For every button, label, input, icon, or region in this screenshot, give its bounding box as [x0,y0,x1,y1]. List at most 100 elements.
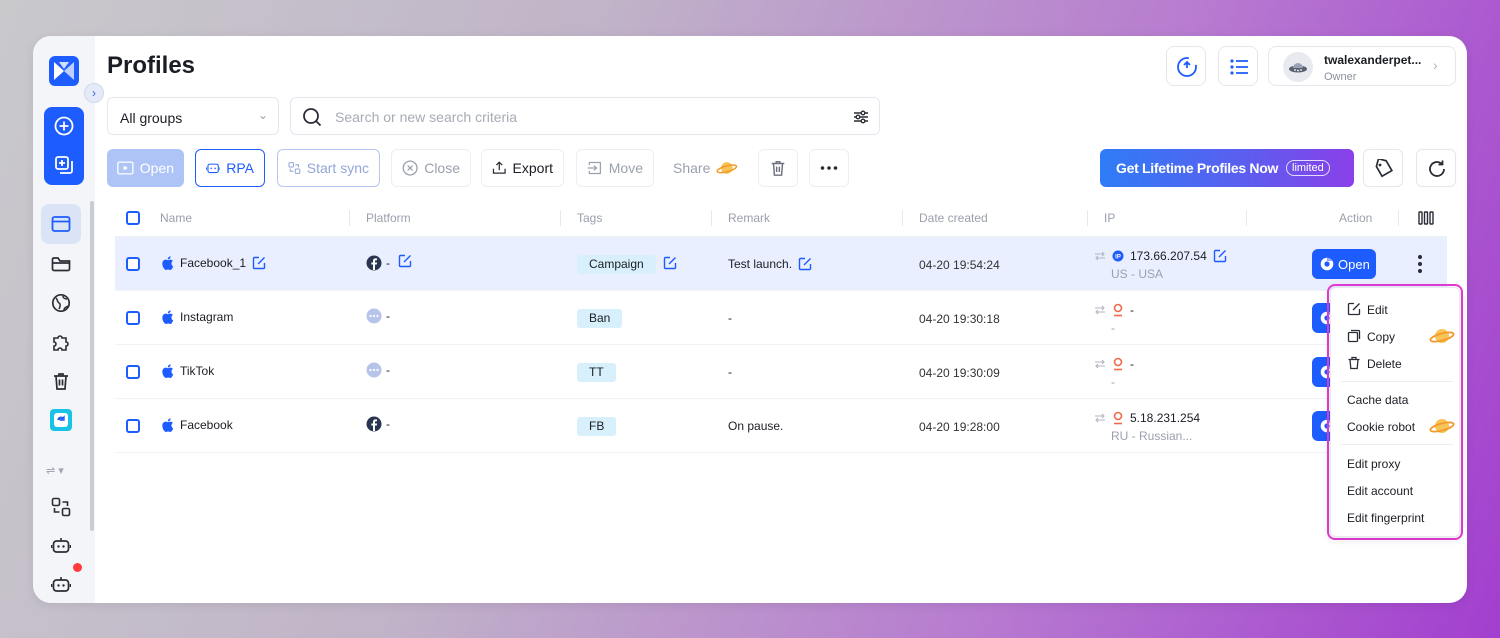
tag-chip: FB [577,417,617,436]
more-vertical-icon[interactable] [1417,254,1423,274]
delete-button[interactable] [758,149,798,187]
avatar [1283,52,1313,82]
refresh-button[interactable] [1416,149,1456,187]
table-row[interactable]: Facebook_1 - Campaign Test launch. 04-20 19:… [115,237,1447,291]
platform-value: - [386,363,390,377]
select-all-checkbox[interactable] [126,211,140,225]
edit-tags-icon[interactable] [663,256,677,270]
column-tags[interactable]: Tags [577,211,602,225]
column-name[interactable]: Name [160,211,192,225]
rpa-button[interactable]: RPA [195,149,265,187]
start-sync-button[interactable]: Start sync [277,149,380,187]
edit-platform-icon[interactable] [398,254,412,268]
ip-address: 5.18.231.254 [1130,411,1201,425]
menu-delete[interactable]: Delete [1331,350,1461,376]
profile-name-cell[interactable]: TikTok [161,364,214,378]
column-platform[interactable]: Platform [366,211,411,225]
sync-windows-icon [51,497,71,517]
tag-chip: TT [577,363,616,382]
row-checkbox[interactable] [126,365,140,379]
profile-name-cell[interactable]: Facebook [161,418,233,432]
menu-edit-fingerprint[interactable]: Edit fingerprint [1331,504,1461,530]
sync-app-icon [50,409,72,431]
row-open-button[interactable]: Open [1312,249,1376,279]
batch-create-button[interactable] [44,146,84,185]
premium-planet-icon [1429,419,1455,433]
table-body: Facebook_1 - Campaign Test launch. 04-20 19:… [115,237,1447,453]
open-button[interactable]: Open [107,149,184,187]
swap-icon [1095,359,1105,369]
ip-address: - [1130,357,1134,371]
rail-proxies[interactable] [41,283,81,323]
profile-name-cell[interactable]: Instagram [161,310,233,324]
copy-icon [1347,329,1361,343]
group-select[interactable]: All groups ⌄ [107,97,279,135]
swap-icon [1095,251,1105,261]
menu-copy[interactable]: Copy [1331,323,1461,349]
menu-cache-data[interactable]: Cache data [1331,386,1461,412]
remark-text: - [728,311,732,325]
menu-edit[interactable]: Edit [1331,296,1461,322]
tags-button[interactable] [1363,149,1403,187]
platform-cell: - [366,362,390,378]
edit-proxy-icon[interactable] [1213,249,1227,263]
trash-icon [54,373,68,390]
column-divider [1398,210,1399,226]
search-input[interactable] [335,107,835,127]
expand-sidebar-button[interactable]: › [84,83,104,103]
sync-status-button[interactable] [1166,46,1206,86]
ufo-icon [1289,63,1307,73]
rail-sync-app[interactable] [41,400,81,440]
rail-rpa[interactable] [41,526,81,566]
rail-profiles[interactable] [41,204,81,244]
promo-banner[interactable]: Get Lifetime Profiles Now limited [1100,149,1354,187]
menu-cookie-robot[interactable]: Cookie robot [1331,413,1461,439]
start-sync-button-label: Start sync [306,160,369,176]
share-button[interactable]: Share [663,149,748,187]
tools-section-toggle-icon[interactable]: ⇌ ▾ [46,464,64,477]
column-ip[interactable]: IP [1104,211,1115,225]
table-row[interactable]: Instagram - Ban - 04-20 19:30:18 - - [115,291,1447,345]
row-checkbox[interactable] [126,419,140,433]
user-menu[interactable]: twalexanderpet... Owner › [1268,46,1456,86]
new-profile-button[interactable] [44,107,84,146]
more-button[interactable] [809,149,849,187]
profile-name-cell[interactable]: Facebook_1 [161,256,266,270]
filter-sliders-icon[interactable] [853,109,869,125]
robot-icon [51,577,71,592]
menu-delete-label: Delete [1367,357,1402,371]
menu-edit-proxy[interactable]: Edit proxy [1331,450,1461,476]
rail-trash[interactable] [41,361,81,401]
close-button[interactable]: Close [391,149,471,187]
column-remark[interactable]: Remark [728,211,770,225]
column-divider [902,210,903,226]
edit-name-icon[interactable] [252,256,266,270]
column-divider [1087,210,1088,226]
remark-cell: - [728,365,732,379]
rail-scrollbar[interactable] [90,201,94,531]
premium-planet-icon [716,162,738,174]
move-button[interactable]: Move [576,149,654,187]
list-icon [1230,59,1248,75]
ip-address: 173.66.207.54 [1130,249,1207,263]
rail-synchronizer[interactable] [41,487,81,527]
platform-value: - [386,417,390,431]
profile-name: Facebook [180,418,233,432]
column-settings-icon[interactable] [1418,211,1434,225]
rail-groups[interactable] [41,244,81,284]
column-date-created[interactable]: Date created [919,211,988,225]
ip-cell: - [1094,303,1134,317]
row-checkbox[interactable] [126,257,140,271]
search-icon [303,108,322,127]
table-row[interactable]: TikTok - TT - 04-20 19:30:09 - - [115,345,1447,399]
rail-extensions[interactable] [41,322,81,362]
date-created: 04-20 19:54:24 [919,258,1000,272]
menu-edit-account[interactable]: Edit account [1331,477,1461,503]
table-row[interactable]: Facebook - FB On pause. 04-20 19:28:00 5.18.2… [115,399,1447,453]
task-list-button[interactable] [1218,46,1258,86]
row-checkbox[interactable] [126,311,140,325]
remark-text: On pause. [728,419,784,433]
profile-name: Instagram [180,310,234,324]
edit-remark-icon[interactable] [798,257,812,271]
export-button[interactable]: Export [481,149,564,187]
